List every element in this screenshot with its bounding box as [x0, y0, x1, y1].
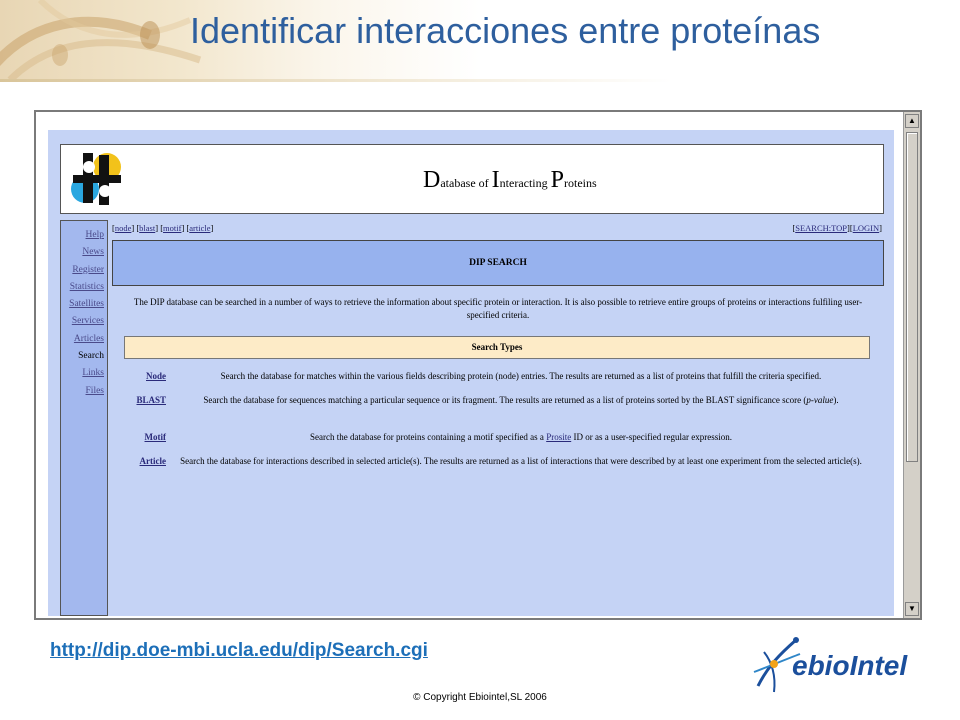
sidebar-item-news[interactable]: News [61, 244, 107, 261]
search-type-blast: BLAST Search the database for sequences … [124, 394, 870, 422]
nav-article-link[interactable]: article [189, 223, 210, 233]
banner-decoration [0, 0, 202, 80]
top-nav: [SEARCH:TOP][LOGIN] [792, 223, 882, 233]
copyright-text: © Copyright Ebiointel,SL 2006 [413, 692, 547, 703]
scroll-up-arrow-icon[interactable]: ▲ [905, 114, 919, 128]
nav-search-top-link[interactable]: SEARCH:TOP [795, 223, 847, 233]
sidebar-item-satellites[interactable]: Satellites [61, 296, 107, 313]
dip-search-heading: DIP SEARCH [112, 240, 884, 286]
banner-divider [0, 79, 960, 82]
sidebar-item-search: Search [78, 351, 104, 362]
dip-sidebar: Help News Register Statistics Satellites… [60, 220, 108, 616]
nav-login-link[interactable]: LOGIN [853, 223, 879, 233]
nav-node-link[interactable]: node [115, 223, 132, 233]
dip-title: Database of Interacting Proteins [423, 167, 597, 193]
browser-screenshot: Database of Interacting Proteins Help Ne… [34, 110, 922, 620]
slide-title: Identificar interacciones entre proteína… [190, 10, 821, 51]
sidebar-item-links[interactable]: Links [61, 365, 107, 382]
search-intro-text: The DIP database can be searched in a nu… [133, 297, 863, 320]
search-type-motif-desc: Search the database for proteins contain… [310, 432, 732, 442]
dip-header: Database of Interacting Proteins [60, 144, 884, 214]
dip-page: Database of Interacting Proteins Help Ne… [48, 130, 894, 616]
sidebar-item-files[interactable]: Files [61, 383, 107, 400]
sidebar-item-services[interactable]: Services [61, 313, 107, 330]
sidebar-item-help[interactable]: Help [61, 227, 107, 244]
search-type-blast-link[interactable]: BLAST [124, 394, 166, 407]
scroll-thumb[interactable] [906, 132, 918, 462]
nav-motif-link[interactable]: motif [163, 223, 181, 233]
search-type-article-link[interactable]: Article [124, 455, 166, 468]
search-type-node: Node Search the database for matches wit… [124, 370, 870, 384]
slide-banner: Identificar interacciones entre proteína… [0, 0, 960, 80]
prosite-link[interactable]: Prosite [546, 432, 571, 442]
ebiointel-wordmark: ebioIntel [792, 650, 908, 681]
search-type-node-desc: Search the database for matches within t… [220, 371, 822, 381]
search-types-heading: Search Types [124, 336, 870, 359]
scroll-down-arrow-icon[interactable]: ▼ [905, 602, 919, 616]
sidebar-item-articles[interactable]: Articles [61, 331, 107, 348]
search-type-motif-link[interactable]: Motif [124, 431, 167, 444]
nav-blast-link[interactable]: blast [139, 223, 155, 233]
dip-logo-icon [69, 151, 125, 207]
search-type-motif: Motif Search the database for proteins c… [124, 431, 870, 445]
search-type-article: Article Search the database for interact… [124, 455, 870, 483]
search-type-nav: [node] [blast] [motif] [article] [112, 223, 214, 233]
vertical-scrollbar[interactable]: ▲ ▼ [903, 112, 920, 618]
search-type-article-desc: Search the database for interactions des… [180, 456, 862, 466]
dip-url-link[interactable]: http://dip.doe-mbi.ucla.edu/dip/Search.c… [50, 640, 428, 662]
search-type-node-link[interactable]: Node [124, 370, 166, 383]
sidebar-item-statistics[interactable]: Statistics [61, 279, 107, 296]
sidebar-item-register[interactable]: Register [61, 262, 107, 279]
search-type-blast-desc: Search the database for sequences matchi… [203, 395, 839, 405]
